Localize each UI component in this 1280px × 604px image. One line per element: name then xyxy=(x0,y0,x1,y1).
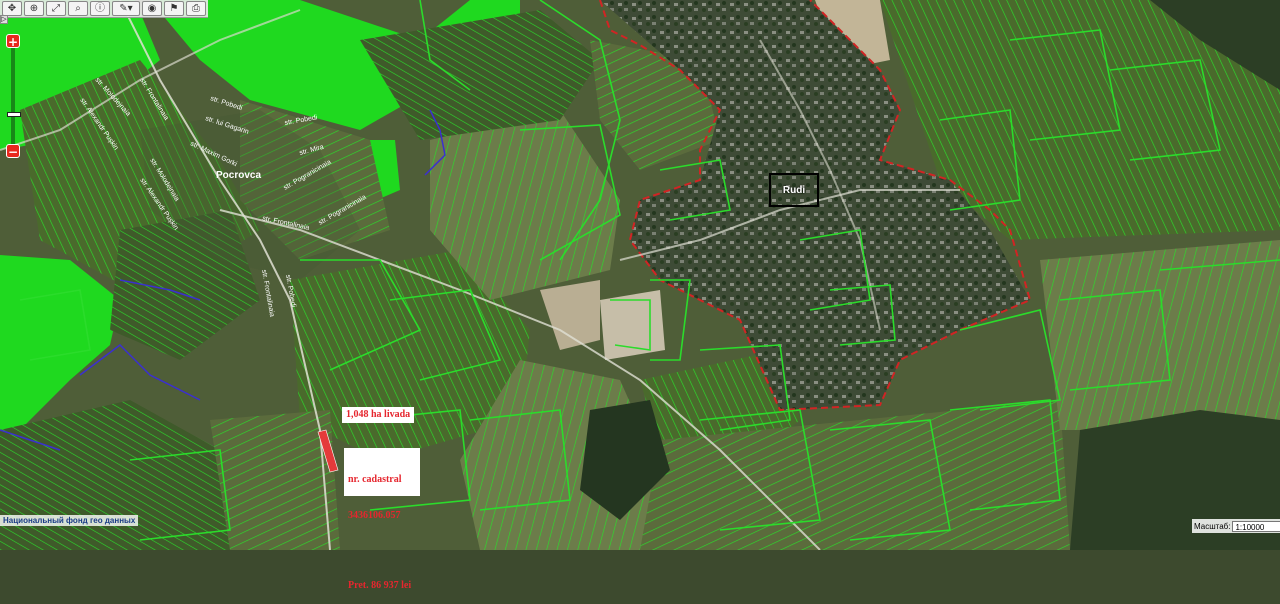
binoculars-icon[interactable]: ⌕ xyxy=(68,1,88,16)
pan-icon[interactable]: ✥ xyxy=(2,1,22,16)
measure-icon[interactable]: ✎▾ xyxy=(112,1,140,16)
zoom-in-icon[interactable]: ⊕ xyxy=(24,1,44,16)
scale-control: Масштаб: 1:10000 ⌄ xyxy=(1192,519,1280,533)
cadastral-annotation: nr. cadastral 3436106.057 Pret. 86 937 l… xyxy=(344,448,420,591)
scale-select[interactable]: 1:10000 ⌄ xyxy=(1232,520,1280,532)
flag-icon[interactable]: ⚑ xyxy=(164,1,184,16)
expand-panel-icon[interactable]: ▷ xyxy=(0,15,8,24)
place-label-rudi: Rudi xyxy=(782,184,806,196)
scale-label: Масштаб: xyxy=(1194,521,1231,531)
zoom-in-button[interactable]: + xyxy=(6,34,20,49)
cadastral-number: 3436106.057 xyxy=(348,510,401,521)
target-icon[interactable]: ◉ xyxy=(142,1,162,16)
price-label: Pret. 86 937 lei xyxy=(348,580,412,591)
attribution-link[interactable]: Национальный фонд гео данных xyxy=(0,515,139,526)
zoom-out-button[interactable]: − xyxy=(6,144,20,159)
full-extent-icon[interactable]: ⤢ xyxy=(46,1,66,16)
scale-value: 1:10000 xyxy=(1235,522,1265,532)
cadastral-label: nr. cadastral xyxy=(348,474,402,485)
place-label-pocrovca: Pocrovca xyxy=(216,170,262,181)
info-icon[interactable]: ⓘ xyxy=(90,1,110,16)
map-toolbar: ✥ ⊕ ⤢ ⌕ ⓘ ✎▾ ◉ ⚑ ⎙ xyxy=(0,0,208,18)
place-label-box-rudi: Rudi xyxy=(769,173,819,207)
zoom-slider-track[interactable] xyxy=(11,48,15,148)
area-annotation: 1,048 ha livada xyxy=(342,407,415,423)
satellite-map[interactable]: str. Frontalinaia str. Pobedi str. lui G… xyxy=(0,0,1280,550)
zoom-slider-handle[interactable] xyxy=(7,112,21,117)
print-icon[interactable]: ⎙ xyxy=(186,1,206,16)
